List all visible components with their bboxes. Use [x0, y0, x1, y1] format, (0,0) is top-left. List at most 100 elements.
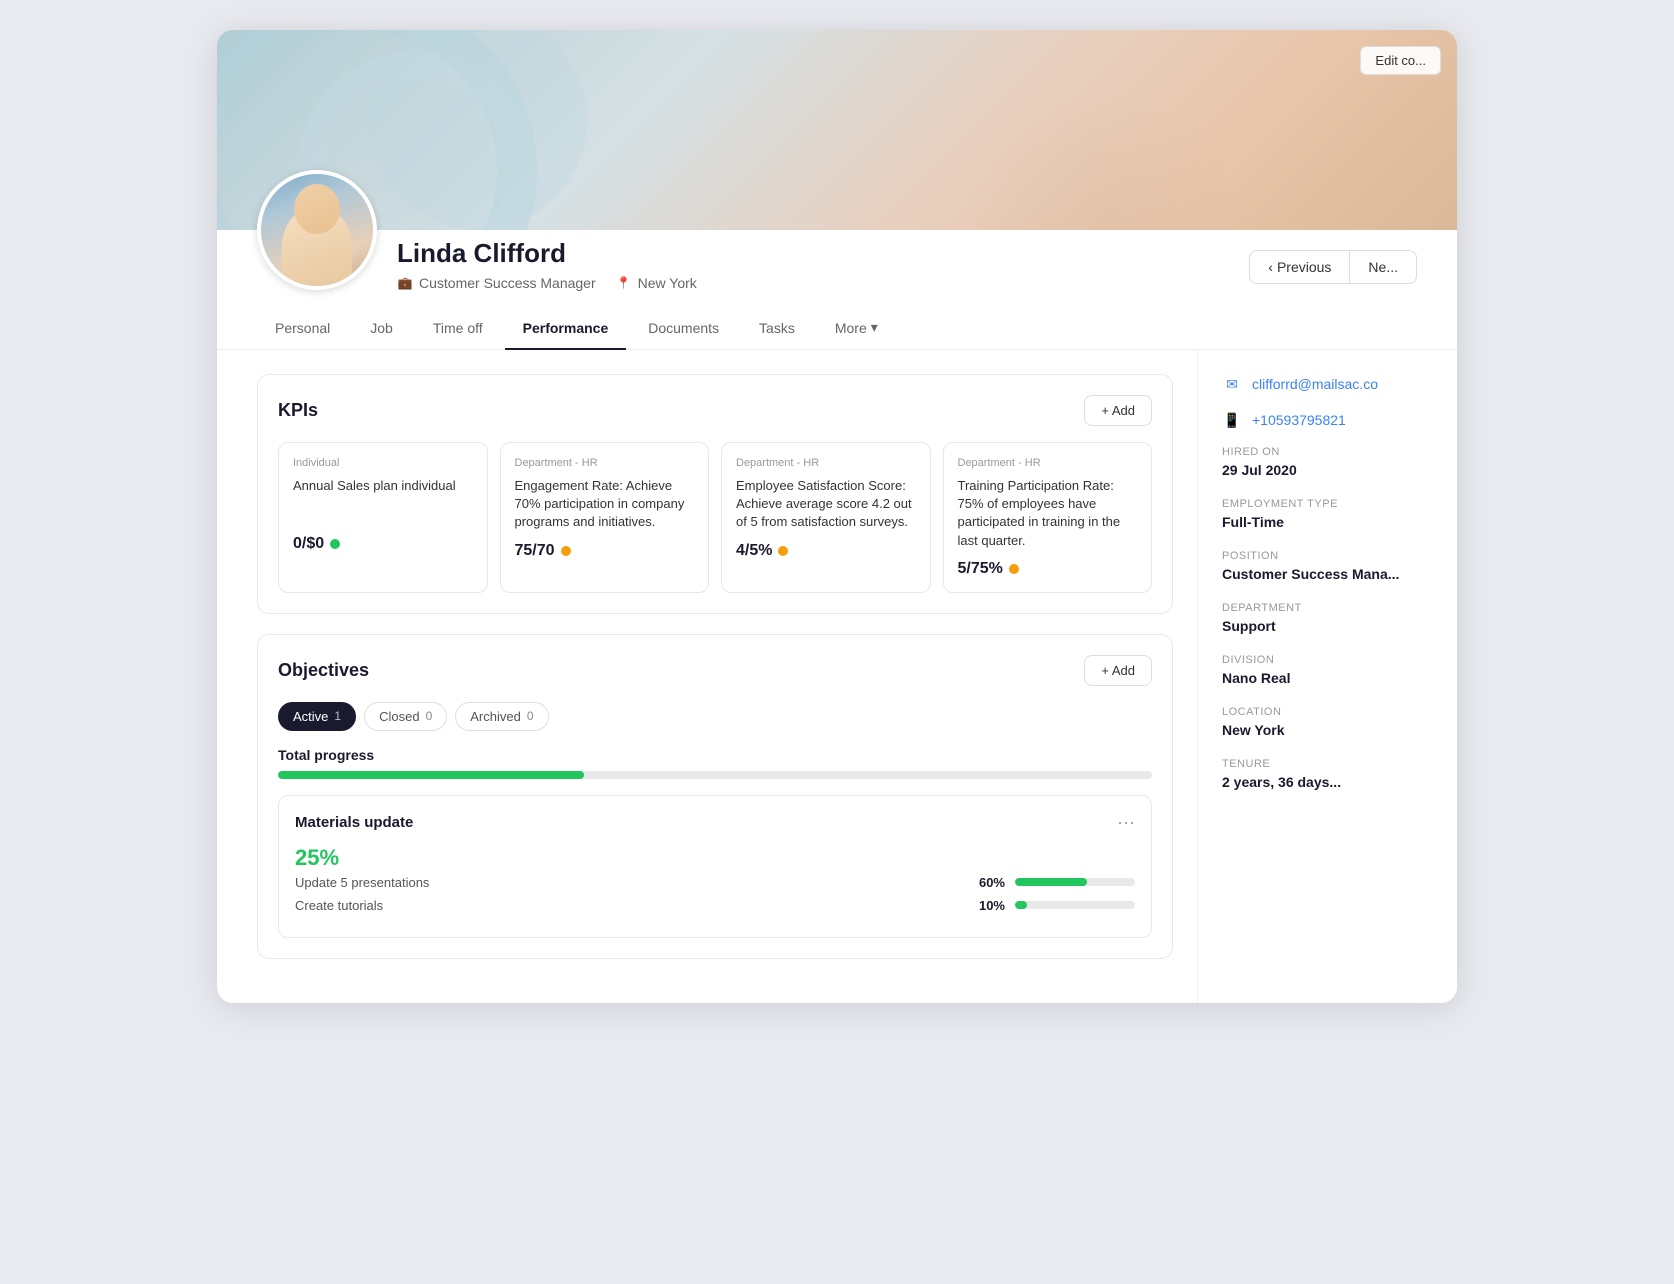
objectives-section: Objectives + Add Active 1 Closed 0 Archi… [257, 634, 1173, 959]
obj-tab-active-count: 1 [334, 709, 341, 723]
sidebar-hired-on: Hired on 29 Jul 2020 [1222, 446, 1433, 478]
objectives-add-button[interactable]: + Add [1084, 655, 1152, 686]
location-value: New York [1222, 722, 1433, 738]
kpi-category-2: Department - HR [736, 457, 916, 469]
task-name-0: Update 5 presentations [295, 875, 969, 890]
obj-tab-archived-label: Archived [470, 709, 521, 724]
kpi-category-3: Department - HR [958, 457, 1138, 469]
kpi-description-1: Engagement Rate: Achieve 70% participati… [515, 477, 695, 532]
materials-more-button[interactable]: ··· [1117, 812, 1135, 833]
next-label: Ne... [1368, 259, 1398, 275]
task-row-0: Update 5 presentations 60% [295, 875, 1135, 890]
obj-tab-archived[interactable]: Archived 0 [455, 702, 548, 731]
kpi-description-3: Training Participation Rate: 75% of empl… [958, 477, 1138, 550]
briefcase-icon: 💼 [397, 275, 413, 291]
tenure-label: Tenure [1222, 758, 1433, 770]
obj-tab-archived-count: 0 [527, 709, 534, 723]
objectives-header: Objectives + Add [278, 655, 1152, 686]
kpi-card-3: Department - HR Training Participation R… [943, 442, 1153, 593]
kpi-value-3: 5/75% [958, 560, 1138, 578]
chevron-left-icon: ‹ [1268, 259, 1273, 275]
kpi-card-1: Department - HR Engagement Rate: Achieve… [500, 442, 710, 593]
obj-tab-closed-label: Closed [379, 709, 419, 724]
division-value: Nano Real [1222, 670, 1433, 686]
sidebar-email-link[interactable]: clifforrd@mailsac.co [1252, 376, 1378, 392]
total-progress-section: Total progress [278, 747, 1152, 779]
tab-timeoff[interactable]: Time off [415, 308, 501, 350]
kpi-value-0: 0/$0 [293, 535, 473, 553]
kpis-add-button[interactable]: + Add [1084, 395, 1152, 426]
kpi-category-0: Individual [293, 457, 473, 469]
kpi-value-1: 75/70 [515, 542, 695, 560]
tabs-bar: Personal Job Time off Performance Docume… [217, 307, 1457, 350]
materials-card: Materials update ··· 25% Update 5 presen… [278, 795, 1152, 938]
sidebar: ✉ clifforrd@mailsac.co 📱 +10593795821 Hi… [1197, 350, 1457, 1003]
obj-tab-closed[interactable]: Closed 0 [364, 702, 447, 731]
sidebar-department: Department Support [1222, 602, 1433, 634]
tab-tasks[interactable]: Tasks [741, 308, 813, 350]
kpi-status-dot-1 [561, 546, 571, 556]
progress-bar-fill [278, 771, 584, 779]
avatar [257, 170, 377, 290]
sidebar-location: Location New York [1222, 706, 1433, 738]
avatar-image [261, 174, 373, 286]
progress-label: Total progress [278, 747, 1152, 763]
profile-nav-buttons: ‹ Previous Ne... [1249, 250, 1417, 284]
profile-location: New York [638, 275, 697, 291]
tenure-value: 2 years, 36 days... [1222, 774, 1433, 790]
location-label: Location [1222, 706, 1433, 718]
obj-tab-active[interactable]: Active 1 [278, 702, 356, 731]
kpi-status-dot-0 [330, 539, 340, 549]
objectives-title: Objectives [278, 660, 369, 681]
kpi-card-2: Department - HR Employee Satisfaction Sc… [721, 442, 931, 593]
task-bar-bg-0 [1015, 878, 1135, 886]
hired-on-value: 29 Jul 2020 [1222, 462, 1433, 478]
sidebar-phone: +10593795821 [1252, 412, 1346, 428]
task-name-1: Create tutorials [295, 898, 969, 913]
profile-title-item: 💼 Customer Success Manager [397, 275, 596, 291]
content-area: KPIs + Add Individual Annual Sales plan … [217, 350, 1197, 1003]
previous-button[interactable]: ‹ Previous [1249, 250, 1350, 284]
more-label: More [835, 320, 867, 336]
previous-label: Previous [1277, 259, 1331, 275]
obj-tab-active-label: Active [293, 709, 328, 724]
next-button[interactable]: Ne... [1350, 250, 1417, 284]
sidebar-position: Position Customer Success Mana... [1222, 550, 1433, 582]
employment-type-label: Employment type [1222, 498, 1433, 510]
division-label: Division [1222, 654, 1433, 666]
kpi-description-2: Employee Satisfaction Score: Achieve ave… [736, 477, 916, 532]
page-container: Edit co... Linda Clifford 💼 Customer Suc… [217, 30, 1457, 1003]
department-label: Department [1222, 602, 1433, 614]
task-bar-fill-0 [1015, 878, 1087, 886]
location-icon: 📍 [616, 275, 632, 291]
position-label: Position [1222, 550, 1433, 562]
kpi-status-dot-3 [1009, 564, 1019, 574]
sidebar-phone-item: 📱 +10593795821 [1222, 410, 1433, 430]
kpi-category-1: Department - HR [515, 457, 695, 469]
task-bar-fill-1 [1015, 901, 1027, 909]
sidebar-division: Division Nano Real [1222, 654, 1433, 686]
tab-performance[interactable]: Performance [505, 308, 627, 350]
materials-overall-pct: 25% [295, 845, 1135, 871]
edit-cover-button[interactable]: Edit co... [1360, 46, 1441, 75]
kpi-status-dot-2 [778, 546, 788, 556]
hired-on-label: Hired on [1222, 446, 1433, 458]
tab-more[interactable]: More ▾ [817, 307, 896, 350]
tab-personal[interactable]: Personal [257, 308, 348, 350]
task-pct-1: 10% [969, 898, 1005, 913]
kpis-header: KPIs + Add [278, 395, 1152, 426]
main-layout: KPIs + Add Individual Annual Sales plan … [217, 350, 1457, 1003]
profile-title: Customer Success Manager [419, 275, 596, 291]
task-row-1: Create tutorials 10% [295, 898, 1135, 913]
sidebar-tenure: Tenure 2 years, 36 days... [1222, 758, 1433, 790]
sidebar-employment-type: Employment type Full-Time [1222, 498, 1433, 530]
objectives-tabs: Active 1 Closed 0 Archived 0 [278, 702, 1152, 731]
kpi-value-2: 4/5% [736, 542, 916, 560]
materials-title: Materials update [295, 814, 413, 831]
chevron-down-icon: ▾ [871, 319, 878, 336]
tab-documents[interactable]: Documents [630, 308, 737, 350]
employment-type-value: Full-Time [1222, 514, 1433, 530]
department-value: Support [1222, 618, 1433, 634]
tab-job[interactable]: Job [352, 308, 411, 350]
sidebar-email-item: ✉ clifforrd@mailsac.co [1222, 374, 1433, 394]
